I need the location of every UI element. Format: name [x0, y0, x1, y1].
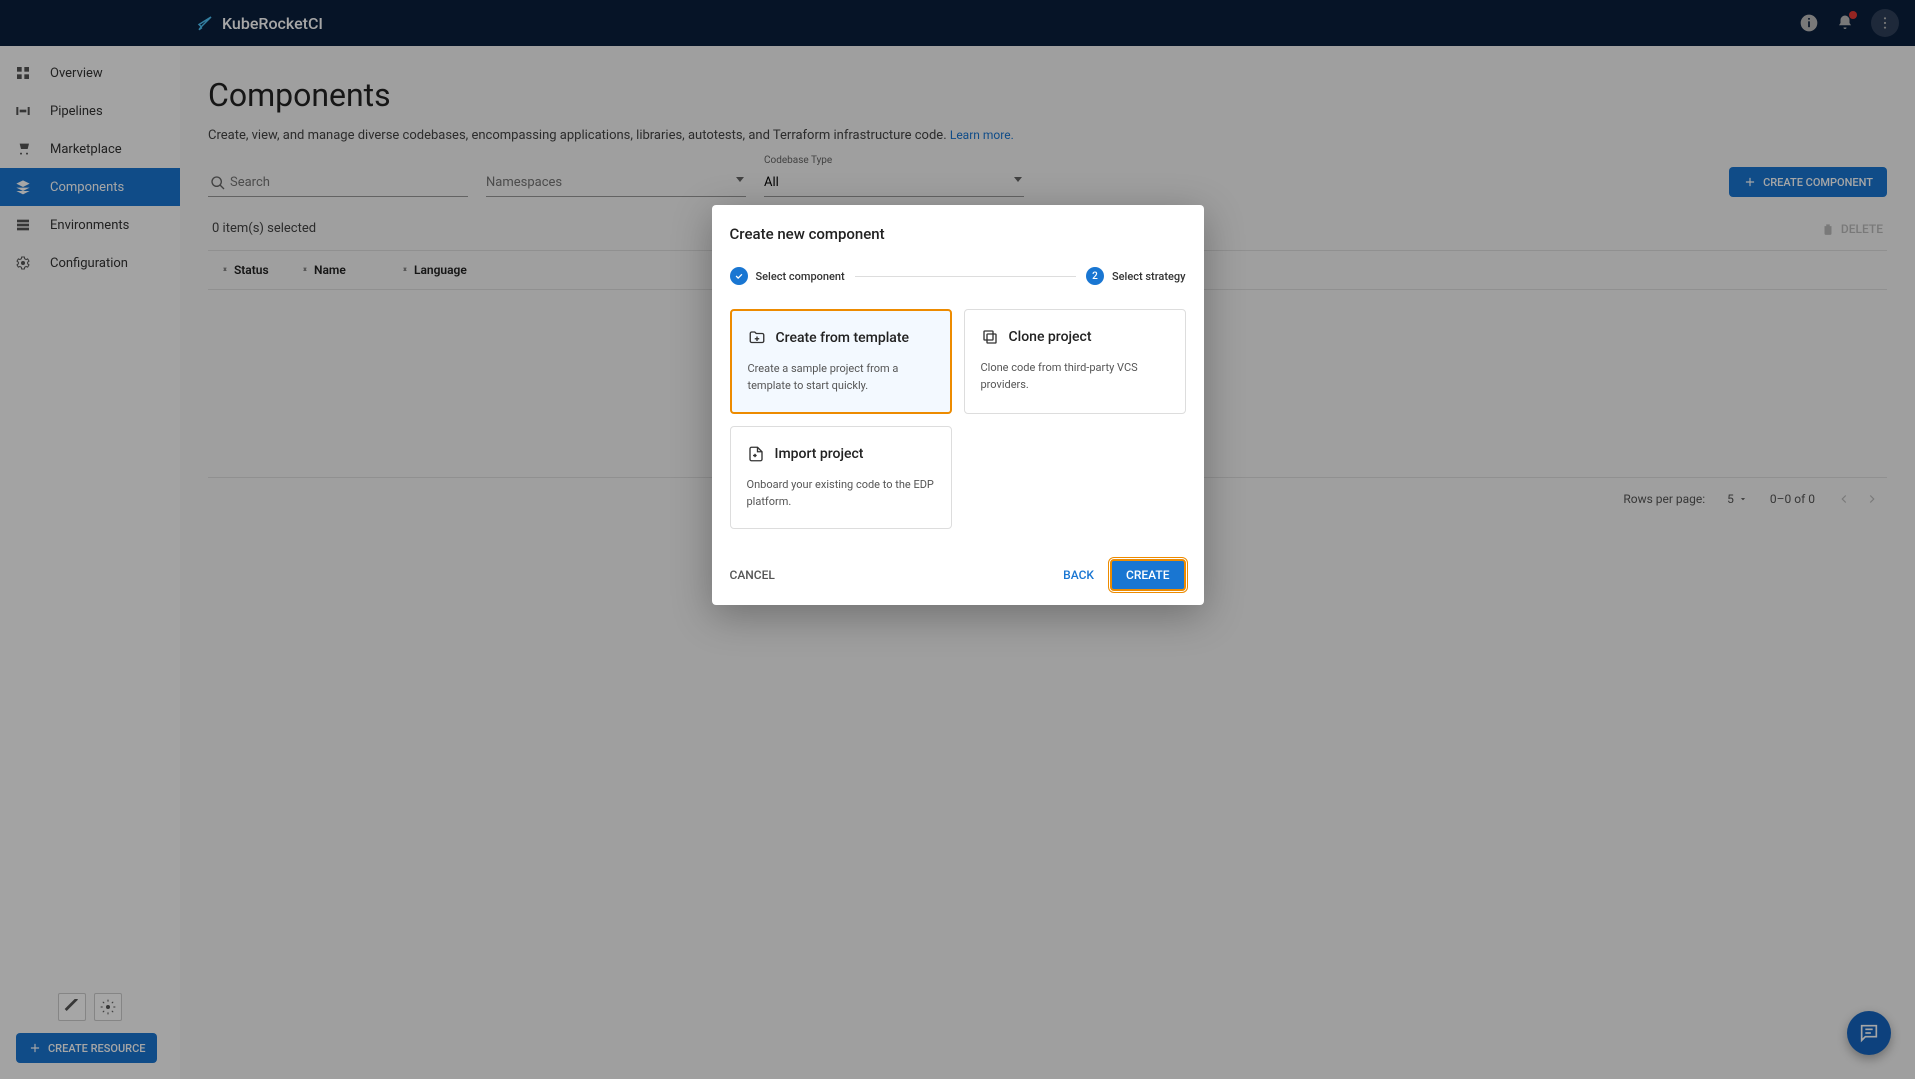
cancel-button[interactable]: CANCEL [730, 568, 775, 582]
folder-plus-icon [748, 329, 766, 347]
create-component-modal: Create new component Select component 2 … [712, 205, 1204, 605]
option-title: Import project [775, 446, 864, 462]
option-desc: Onboard your existing code to the EDP pl… [747, 477, 935, 510]
option-create-from-template[interactable]: Create from template Create a sample pro… [730, 309, 952, 414]
modal-stepper: Select component 2 Select strategy [730, 267, 1186, 285]
step-1: Select component [730, 267, 845, 285]
option-title: Create from template [776, 330, 909, 346]
create-button[interactable]: CREATE [1110, 559, 1185, 591]
clone-icon [981, 328, 999, 346]
modal-actions: CANCEL BACK CREATE [730, 559, 1186, 591]
option-title: Clone project [1009, 329, 1092, 345]
option-desc: Create a sample project from a template … [748, 361, 934, 394]
option-import-project[interactable]: Import project Onboard your existing cod… [730, 426, 952, 529]
strategy-options: Create from template Create a sample pro… [730, 309, 1186, 529]
check-icon [730, 267, 748, 285]
step-number: 2 [1086, 267, 1104, 285]
import-icon [747, 445, 765, 463]
step-connector [855, 276, 1076, 277]
option-desc: Clone code from third-party VCS provider… [981, 360, 1169, 393]
modal-title: Create new component [730, 225, 1186, 243]
option-clone-project[interactable]: Clone project Clone code from third-part… [964, 309, 1186, 414]
back-button[interactable]: BACK [1057, 560, 1100, 590]
step-2: 2 Select strategy [1086, 267, 1186, 285]
